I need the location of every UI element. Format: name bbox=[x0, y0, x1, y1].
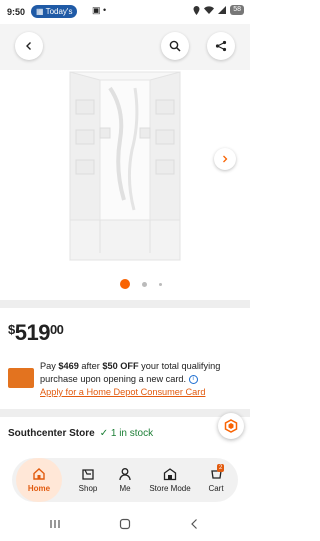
info-icon[interactable]: i bbox=[188, 375, 198, 385]
chevron-left-icon bbox=[26, 42, 31, 50]
promo-pay-amount: $469 bbox=[58, 361, 79, 371]
hexagon-action-button[interactable] bbox=[218, 413, 244, 439]
store-name: Southcenter Store bbox=[8, 428, 95, 439]
wifi-icon bbox=[204, 6, 215, 14]
share-button[interactable] bbox=[207, 32, 235, 60]
nav-store-mode-label: Store Mode bbox=[149, 484, 191, 493]
nav-home[interactable]: Home bbox=[16, 458, 62, 502]
chevron-right-icon bbox=[223, 155, 228, 163]
hexagon-icon bbox=[224, 419, 238, 433]
signal-icon bbox=[218, 6, 227, 14]
today-pill-label: Today's bbox=[45, 7, 73, 16]
shower-wall-kit-image bbox=[69, 71, 181, 261]
location-icon bbox=[193, 5, 200, 15]
store-availability[interactable]: Southcenter Store ✓ 1 in stock bbox=[8, 428, 153, 439]
product-price: $51900 bbox=[8, 320, 64, 346]
today-pill: ▦ Today's bbox=[31, 5, 78, 18]
calendar-icon: ▦ bbox=[36, 7, 44, 16]
back-nav-icon[interactable] bbox=[189, 518, 201, 530]
home-button-icon[interactable] bbox=[119, 518, 131, 530]
pagination-dot-active[interactable] bbox=[120, 279, 130, 289]
search-button[interactable] bbox=[161, 32, 189, 60]
nav-shop[interactable]: Shop bbox=[68, 458, 108, 502]
price-currency: $ bbox=[8, 322, 15, 337]
nav-store-mode[interactable]: Store Mode bbox=[146, 458, 194, 502]
bottom-navigation: Home Shop Me Store Mode 2 Cart bbox=[12, 458, 238, 502]
back-button[interactable] bbox=[15, 32, 43, 60]
home-icon bbox=[33, 468, 45, 480]
store-icon bbox=[163, 468, 177, 481]
section-divider bbox=[0, 409, 250, 417]
battery-icon: 58 bbox=[230, 5, 244, 15]
clock: 9:50 bbox=[7, 7, 26, 17]
system-navigation-bar bbox=[0, 508, 250, 541]
credit-card-image bbox=[8, 368, 34, 388]
notification-icons: ▣ • bbox=[92, 5, 107, 15]
nav-me-label: Me bbox=[119, 484, 131, 493]
stock-status: ✓ 1 in stock bbox=[99, 428, 154, 439]
pagination-dot[interactable] bbox=[159, 283, 162, 286]
share-icon bbox=[215, 40, 227, 52]
price-dollars: 519 bbox=[14, 320, 51, 345]
shop-icon bbox=[82, 469, 94, 480]
product-image-gallery[interactable] bbox=[0, 70, 250, 298]
price-cents: 00 bbox=[49, 322, 64, 337]
next-image-button[interactable] bbox=[214, 148, 236, 170]
promo-off-amount: $50 OFF bbox=[102, 361, 139, 371]
cart-count-badge: 2 bbox=[217, 464, 225, 472]
status-bar: 9:50 ▦ Today's ▣ • 58 bbox=[0, 0, 250, 24]
card-promo-text: Pay $469 after $50 OFF your total qualif… bbox=[40, 361, 221, 385]
nav-home-label: Home bbox=[27, 484, 51, 493]
checkmark-icon: ✓ bbox=[99, 428, 109, 439]
nav-shop-label: Shop bbox=[78, 484, 98, 493]
search-icon bbox=[169, 40, 181, 52]
nav-cart[interactable]: 2 Cart bbox=[200, 458, 232, 502]
recents-icon[interactable] bbox=[49, 518, 61, 530]
section-divider bbox=[0, 300, 250, 308]
apply-card-link[interactable]: Apply for a Home Depot Consumer Card bbox=[40, 387, 205, 397]
gallery-pagination bbox=[0, 279, 250, 289]
pagination-dot[interactable] bbox=[142, 282, 147, 287]
nav-cart-label: Cart bbox=[208, 484, 224, 493]
nav-me[interactable]: Me bbox=[112, 458, 138, 502]
system-status-icons: 58 bbox=[193, 5, 244, 15]
person-icon bbox=[119, 468, 131, 481]
